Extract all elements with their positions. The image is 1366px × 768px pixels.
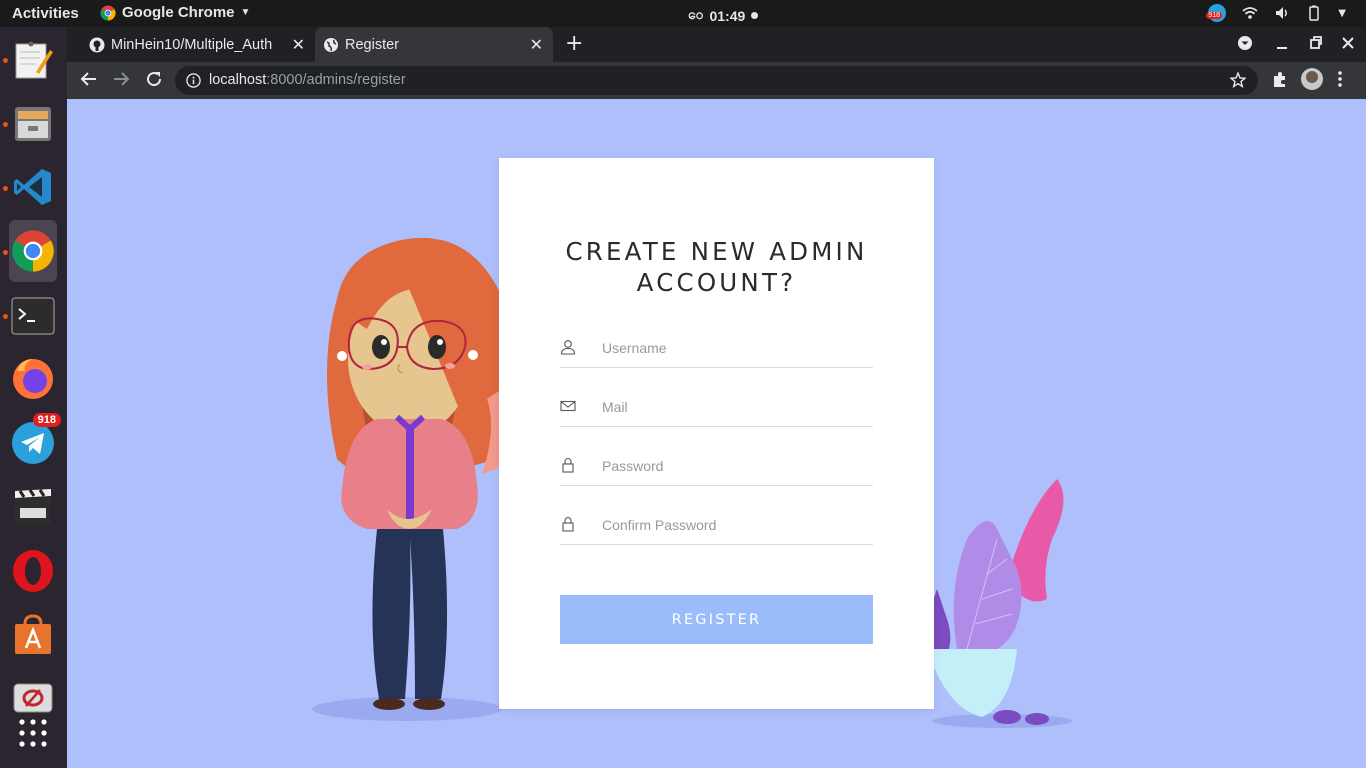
- video-editor-icon: [15, 489, 51, 525]
- software-center-icon: [15, 614, 51, 654]
- dock-opera[interactable]: [9, 547, 57, 595]
- text-editor-icon: [15, 41, 53, 79]
- globe-icon: [324, 38, 338, 52]
- extensions-icon[interactable]: [1271, 70, 1289, 88]
- dock: 918: [0, 27, 67, 768]
- dock-telegram[interactable]: 918: [9, 413, 61, 467]
- password-field: [560, 450, 873, 486]
- opera-icon: [13, 550, 53, 592]
- app-grid-icon: [19, 719, 47, 747]
- user-icon: [560, 340, 576, 355]
- url-text: localhost:8000/admins/register: [209, 72, 406, 88]
- site-info-icon[interactable]: [186, 73, 201, 88]
- confirm-password-field: [560, 509, 873, 545]
- mail-icon: [560, 400, 576, 412]
- terminal-icon: [11, 297, 55, 335]
- tab-strip: MinHein10/Multiple_Auth ✕ Register ✕ +: [67, 27, 1366, 62]
- tab-title: MinHein10/Multiple_Auth: [111, 36, 273, 53]
- username-field: [560, 332, 873, 368]
- url-host: localhost: [209, 72, 267, 88]
- telegram-icon: [12, 422, 54, 464]
- chrome-icon: [12, 230, 54, 272]
- lock-icon: [562, 458, 574, 473]
- password-input[interactable]: [602, 455, 862, 477]
- reload-icon[interactable]: [145, 70, 163, 88]
- app-menu[interactable]: Google Chrome ▼: [100, 4, 250, 21]
- dock-terminal[interactable]: [9, 292, 57, 340]
- close-window-icon[interactable]: [1341, 35, 1355, 51]
- running-indicator: [3, 250, 8, 255]
- power-menu-chevron-icon[interactable]: ▼: [1338, 8, 1346, 19]
- bookmark-star-icon[interactable]: [1230, 72, 1246, 88]
- activities-button[interactable]: Activities: [12, 5, 79, 22]
- page-viewport: CREATE NEW ADMIN ACCOUNT? REGISTER: [67, 99, 1366, 768]
- clock-time: 01:49: [709, 7, 746, 24]
- back-icon[interactable]: [80, 70, 98, 88]
- dock-vscode[interactable]: [9, 163, 57, 211]
- dock-software-center[interactable]: [9, 611, 57, 659]
- system-tray[interactable]: 918 ▼: [1206, 4, 1346, 22]
- mail-input[interactable]: [602, 396, 862, 418]
- register-card: CREATE NEW ADMIN ACCOUNT? REGISTER: [499, 158, 934, 709]
- dock-firefox[interactable]: [9, 355, 57, 403]
- vscode-icon: [14, 169, 51, 205]
- running-indicator: [3, 314, 8, 319]
- register-button[interactable]: REGISTER: [560, 595, 873, 644]
- clock-prefix: ဝေ: [688, 6, 704, 22]
- plant-illustration: [927, 479, 1072, 728]
- notification-dot-icon: [751, 12, 759, 19]
- username-input[interactable]: [602, 337, 862, 359]
- volume-icon[interactable]: [1274, 5, 1290, 21]
- profile-avatar[interactable]: [1301, 68, 1323, 90]
- restore-icon[interactable]: [1309, 35, 1323, 51]
- chrome-small-icon: [100, 5, 116, 21]
- address-bar[interactable]: localhost:8000/admins/register: [175, 66, 1258, 95]
- close-tab-icon[interactable]: ✕: [530, 35, 543, 55]
- page-title: CREATE NEW ADMIN ACCOUNT?: [565, 237, 868, 297]
- avatar-face: [1306, 71, 1318, 83]
- tab-register[interactable]: Register ✕: [315, 27, 553, 62]
- battery-icon[interactable]: [1306, 5, 1322, 21]
- close-tab-icon[interactable]: ✕: [292, 35, 305, 55]
- app-menu-label: Google Chrome: [122, 4, 235, 21]
- minimize-icon[interactable]: [1275, 35, 1289, 51]
- tab-search-icon[interactable]: [1237, 35, 1253, 51]
- confirm-password-input[interactable]: [602, 514, 862, 536]
- dock-file-manager[interactable]: [9, 99, 57, 147]
- running-indicator: [3, 186, 8, 191]
- url-path: :8000/admins/register: [266, 72, 406, 88]
- clock[interactable]: ဝေ 01:49: [688, 5, 759, 26]
- browser-toolbar: localhost:8000/admins/register: [67, 62, 1366, 99]
- running-indicator: [3, 122, 8, 127]
- github-icon: [89, 37, 105, 53]
- chevron-down-icon: ▼: [240, 7, 251, 18]
- browser-window: MinHein10/Multiple_Auth ✕ Register ✕ + l…: [67, 27, 1366, 768]
- file-manager-icon: [15, 107, 51, 141]
- firefox-icon: [13, 359, 53, 399]
- browser-menu-icon[interactable]: [1337, 70, 1343, 88]
- forward-icon[interactable]: [112, 70, 130, 88]
- dock-chrome[interactable]: [9, 220, 57, 282]
- mail-field: [560, 391, 873, 427]
- telegram-badge: 918: [32, 413, 61, 427]
- lock-icon: [562, 517, 574, 532]
- new-tab-icon[interactable]: +: [565, 31, 583, 56]
- dock-text-editor[interactable]: [9, 35, 57, 83]
- wifi-icon[interactable]: [1242, 5, 1258, 21]
- woman-illustration: [312, 237, 511, 721]
- system-top-bar: Activities Google Chrome ▼ ဝေ 01:49 918 …: [0, 0, 1366, 27]
- tab-title: Register: [345, 36, 399, 53]
- tab-github[interactable]: MinHein10/Multiple_Auth ✕: [81, 27, 315, 62]
- telegram-tray-badge: 918: [1206, 12, 1222, 19]
- dock-video-editor[interactable]: [9, 483, 57, 531]
- running-indicator: [3, 58, 8, 63]
- show-applications-button[interactable]: [9, 709, 57, 757]
- telegram-tray-icon[interactable]: 918: [1206, 4, 1227, 22]
